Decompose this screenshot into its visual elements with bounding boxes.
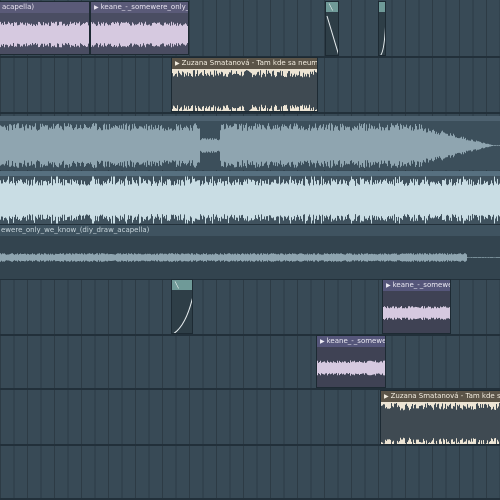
audio-clip[interactable]: ▶keane_-_somewere_only_we_ [90, 1, 189, 55]
clip-header[interactable]: acapella) [0, 2, 89, 13]
waveform [172, 69, 317, 111]
audio-clip[interactable]: ▶Zuzana Smatanová - Tam kde sa neumiera [380, 390, 500, 445]
automation-clip[interactable] [378, 1, 386, 56]
clip-title: Zuzana Smatanová - Tam kde sa neumiera [181, 59, 317, 67]
audio-clip[interactable] [0, 171, 500, 224]
waveform [383, 291, 450, 333]
clip-title: acapella) [2, 3, 35, 11]
clip-header[interactable]: ╲ [172, 280, 192, 290]
waveform [0, 121, 500, 170]
playlist-area[interactable]: acapella) ▶keane_-_somewere_only_we_ ╲ ▶… [0, 0, 500, 500]
clip-header[interactable]: ▶keane_-_somewere [383, 280, 450, 291]
clip-menu-icon[interactable]: ▶ [384, 393, 389, 400]
audio-clip[interactable] [0, 116, 500, 170]
clip-title: keane_-_somewere... [326, 337, 385, 345]
clip-menu-icon[interactable]: ▶ [175, 60, 180, 67]
audio-clip[interactable]: acapella) [0, 1, 90, 55]
waveform [91, 13, 188, 54]
audio-clip[interactable]: ▶keane_-_somewere [382, 279, 451, 334]
clip-header[interactable]: ▶Zuzana Smatanová - Tam kde sa neumiera [172, 58, 317, 69]
waveform [0, 236, 500, 279]
automation-curve [173, 297, 192, 333]
waveform [0, 176, 500, 224]
clip-menu-icon[interactable]: ▶ [320, 338, 325, 345]
clip-header[interactable]: ▶keane_-_somewere... [317, 336, 385, 347]
clip-title: Zuzana Smatanová - Tam kde sa neumiera [390, 392, 500, 400]
waveform [381, 402, 500, 444]
audio-clip[interactable]: ▶Zuzana Smatanová - Tam kde sa neumiera [171, 57, 318, 112]
audio-clip[interactable]: ewere_only_we_know_(diy_draw_acapella) [0, 225, 500, 279]
waveform [0, 13, 89, 54]
clip-header[interactable]: ▶Zuzana Smatanová - Tam kde sa neumiera [381, 391, 500, 402]
clip-header[interactable]: ╲ [326, 2, 338, 12]
clip-menu-icon[interactable]: ▶ [386, 282, 391, 289]
track-lane[interactable] [0, 336, 500, 390]
waveform [317, 347, 385, 387]
clip-header[interactable]: ewere_only_we_know_(diy_draw_acapella) [0, 225, 500, 236]
clip-title: keane_-_somewere_only_we_ [100, 3, 188, 11]
automation-icon: ╲ [175, 282, 179, 289]
track-lane[interactable] [0, 446, 500, 500]
automation-clip[interactable]: ╲ [325, 1, 339, 56]
automation-curve [326, 15, 338, 55]
clip-title: ewere_only_we_know_(diy_draw_acapella) [1, 226, 150, 234]
clip-title: keane_-_somewere [392, 281, 450, 289]
clip-menu-icon[interactable]: ▶ [94, 4, 99, 11]
audio-clip[interactable]: ▶keane_-_somewere... [316, 335, 386, 388]
automation-icon: ╲ [329, 4, 333, 11]
automation-curve [380, 26, 385, 55]
automation-clip[interactable]: ╲ [171, 279, 193, 334]
clip-header[interactable]: ▶keane_-_somewere_only_we_ [91, 2, 188, 13]
clip-header[interactable] [379, 2, 385, 12]
